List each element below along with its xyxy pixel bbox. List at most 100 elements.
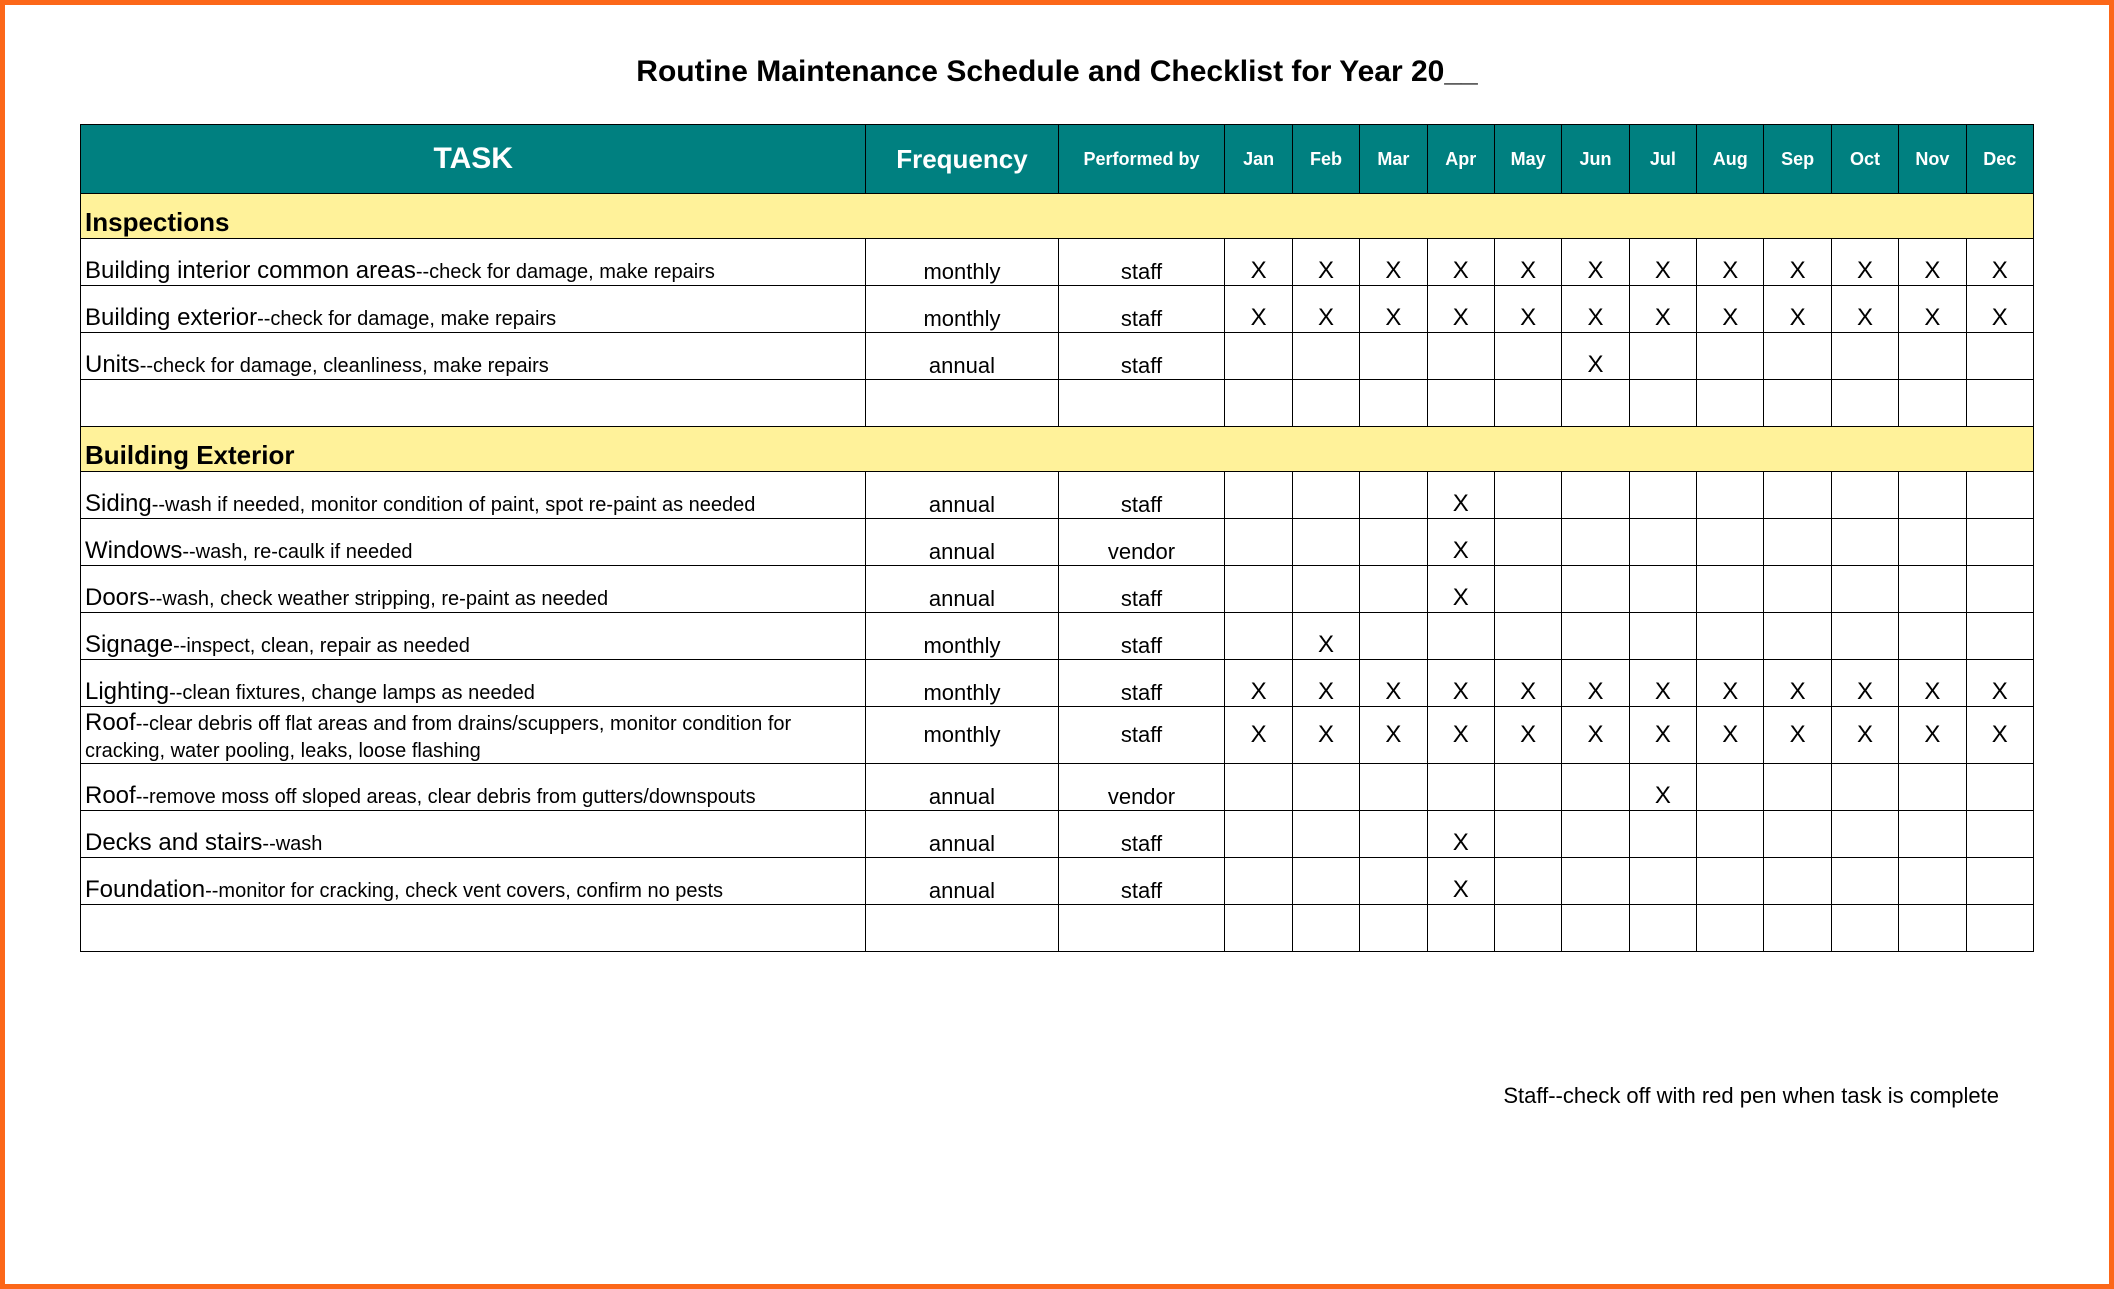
section-header: Building Exterior	[81, 427, 2034, 472]
performed-by-cell: staff	[1058, 858, 1225, 905]
month-cell	[1831, 764, 1898, 811]
task-cell: Doors--wash, check weather stripping, re…	[81, 566, 866, 613]
month-cell	[1562, 566, 1629, 613]
task-name: Building interior common areas	[85, 257, 416, 284]
month-cell	[1831, 519, 1898, 566]
table-row: Roof--remove moss off sloped areas, clea…	[81, 764, 2034, 811]
table-row: Lighting--clean fixtures, change lamps a…	[81, 660, 2034, 707]
empty-cell	[866, 380, 1058, 427]
footer-note: Staff--check off with red pen when task …	[1503, 1083, 1999, 1109]
month-cell	[1899, 858, 1966, 905]
empty-cell	[1697, 905, 1764, 952]
performed-by-cell: staff	[1058, 660, 1225, 707]
month-cell: X	[1427, 811, 1494, 858]
month-cell	[1966, 519, 2033, 566]
month-cell: X	[1292, 239, 1359, 286]
month-cell	[1697, 811, 1764, 858]
month-cell	[1899, 764, 1966, 811]
month-cell: X	[1966, 286, 2033, 333]
empty-cell	[1899, 380, 1966, 427]
month-cell	[1292, 858, 1359, 905]
month-cell	[1292, 764, 1359, 811]
month-cell: X	[1225, 239, 1292, 286]
empty-cell	[1058, 905, 1225, 952]
month-cell: X	[1764, 286, 1831, 333]
frequency-cell: monthly	[866, 286, 1058, 333]
month-cell: X	[1427, 566, 1494, 613]
month-cell	[1292, 566, 1359, 613]
month-cell	[1427, 333, 1494, 380]
header-month: Oct	[1831, 125, 1898, 194]
task-desc: --remove moss off sloped areas, clear de…	[136, 786, 756, 808]
month-cell	[1629, 566, 1696, 613]
month-cell	[1494, 613, 1561, 660]
month-cell: X	[1225, 660, 1292, 707]
month-cell	[1225, 472, 1292, 519]
month-cell	[1899, 333, 1966, 380]
month-cell	[1831, 566, 1898, 613]
header-month: May	[1494, 125, 1561, 194]
month-cell	[1831, 613, 1898, 660]
task-name: Units	[85, 351, 140, 378]
task-desc: --check for damage, make repairs	[416, 261, 715, 283]
month-cell	[1360, 858, 1427, 905]
empty-cell	[1360, 905, 1427, 952]
table-row: Building exterior--check for damage, mak…	[81, 286, 2034, 333]
empty-cell	[1225, 905, 1292, 952]
month-cell	[1494, 472, 1561, 519]
empty-cell	[1058, 380, 1225, 427]
performed-by-cell: staff	[1058, 811, 1225, 858]
month-cell	[1697, 764, 1764, 811]
empty-cell	[1629, 905, 1696, 952]
task-cell: Roof--clear debris off flat areas and fr…	[81, 707, 866, 764]
month-cell: X	[1562, 707, 1629, 764]
month-cell	[1494, 519, 1561, 566]
month-cell	[1697, 333, 1764, 380]
month-cell	[1360, 519, 1427, 566]
empty-cell	[1292, 905, 1359, 952]
empty-cell	[1562, 905, 1629, 952]
month-cell	[1629, 333, 1696, 380]
month-cell: X	[1427, 472, 1494, 519]
month-cell: X	[1360, 707, 1427, 764]
task-cell: Roof--remove moss off sloped areas, clea…	[81, 764, 866, 811]
month-cell	[1629, 519, 1696, 566]
month-cell: X	[1494, 707, 1561, 764]
month-cell	[1360, 566, 1427, 613]
month-cell	[1966, 613, 2033, 660]
frequency-cell: annual	[866, 764, 1058, 811]
task-desc: --wash if needed, monitor condition of p…	[152, 494, 756, 516]
section-header: Inspections	[81, 194, 2034, 239]
header-month: Nov	[1899, 125, 1966, 194]
table-row: Windows--wash, re-caulk if neededannualv…	[81, 519, 2034, 566]
frequency-cell: annual	[866, 811, 1058, 858]
task-desc: --monitor for cracking, check vent cover…	[205, 880, 723, 902]
month-cell: X	[1966, 707, 2033, 764]
month-cell	[1966, 858, 2033, 905]
month-cell: X	[1899, 286, 1966, 333]
empty-cell	[1225, 380, 1292, 427]
task-name: Doors	[85, 584, 149, 611]
month-cell	[1831, 858, 1898, 905]
month-cell: X	[1966, 239, 2033, 286]
task-cell: Signage--inspect, clean, repair as neede…	[81, 613, 866, 660]
empty-cell	[81, 905, 866, 952]
month-cell	[1764, 566, 1831, 613]
empty-cell	[1427, 905, 1494, 952]
task-desc: --wash, check weather stripping, re-pain…	[149, 588, 608, 610]
header-month: Aug	[1697, 125, 1764, 194]
task-cell: Foundation--monitor for cracking, check …	[81, 858, 866, 905]
empty-cell	[1899, 905, 1966, 952]
empty-cell	[1764, 380, 1831, 427]
performed-by-cell: staff	[1058, 566, 1225, 613]
month-cell	[1360, 472, 1427, 519]
header-frequency: Frequency	[866, 125, 1058, 194]
month-cell: X	[1831, 707, 1898, 764]
month-cell	[1899, 811, 1966, 858]
month-cell: X	[1427, 707, 1494, 764]
frequency-cell: annual	[866, 858, 1058, 905]
table-row	[81, 380, 2034, 427]
month-cell	[1899, 519, 1966, 566]
month-cell	[1494, 566, 1561, 613]
month-cell: X	[1899, 707, 1966, 764]
